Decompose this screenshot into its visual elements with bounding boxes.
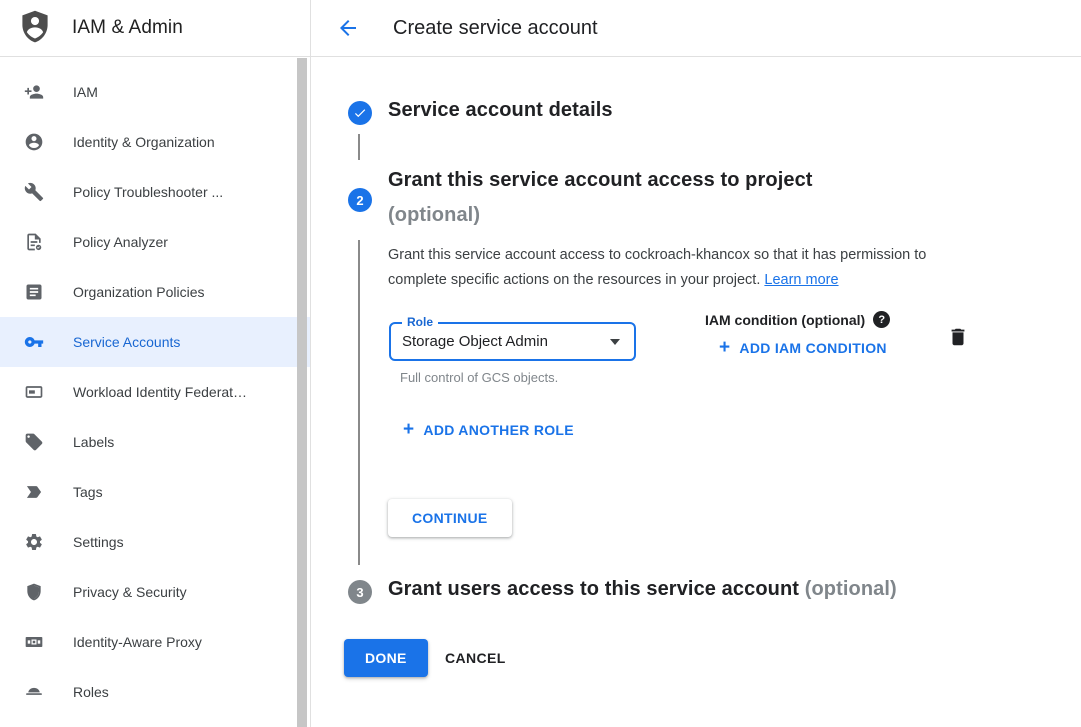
main-header: Create service account: [311, 0, 1081, 57]
step3-optional-label: (optional): [805, 578, 897, 600]
sidebar-item-label: Identity & Organization: [73, 134, 215, 150]
sidebar-item-label: IAM: [73, 84, 98, 100]
role-helper-text: Full control of GCS objects.: [400, 370, 558, 385]
role-dropdown[interactable]: Role Storage Object Admin: [389, 322, 636, 361]
iam-condition-label-text: IAM condition (optional): [705, 312, 865, 328]
sidebar-item-iam[interactable]: IAM: [0, 67, 310, 117]
sidebar-item-label: Roles: [73, 684, 109, 700]
iam-condition-label: IAM condition (optional) ?: [705, 311, 890, 328]
sidebar-item-label: Policy Analyzer: [73, 234, 168, 250]
sidebar-item-policy-analyzer[interactable]: Policy Analyzer: [0, 217, 310, 267]
add-another-role-button[interactable]: + ADD ANOTHER ROLE: [403, 422, 574, 438]
proxy-icon: [24, 632, 44, 652]
sidebar-item-label: Policy Troubleshooter ...: [73, 184, 223, 200]
step3-title: Grant users access to this service accou…: [388, 578, 897, 601]
plus-icon: +: [719, 341, 730, 355]
sidebar-item-label: Tags: [73, 484, 103, 500]
add-another-role-label: ADD ANOTHER ROLE: [423, 422, 574, 438]
sidebar-item-identity-organization[interactable]: Identity & Organization: [0, 117, 310, 167]
tag-icon: [24, 432, 44, 452]
sidebar-item-privacy-security[interactable]: Privacy & Security: [0, 567, 310, 617]
sidebar-item-label: Labels: [73, 434, 114, 450]
sidebar-item-label: Privacy & Security: [73, 584, 187, 600]
page-title: Create service account: [393, 17, 598, 40]
sidebar-item-identity-aware-proxy[interactable]: Identity-Aware Proxy: [0, 617, 310, 667]
sidebar-scrollbar[interactable]: [297, 58, 307, 727]
sidebar-item-label: Service Accounts: [73, 334, 180, 350]
step2-number-badge: 2: [348, 188, 372, 212]
step2-optional-label: (optional): [388, 204, 480, 227]
step3-number-badge: 3: [348, 580, 372, 604]
help-icon[interactable]: ?: [873, 311, 890, 328]
step3-title-text: Grant users access to this service accou…: [388, 578, 799, 600]
sidebar-item-settings[interactable]: Settings: [0, 517, 310, 567]
sidebar-item-label: Organization Policies: [73, 284, 205, 300]
sidebar-item-label: Identity-Aware Proxy: [73, 634, 202, 650]
document-check-icon: [24, 232, 44, 252]
sidebar-nav: IAM Identity & Organization Policy Troub…: [0, 57, 310, 717]
step3-optional-text: (optional): [805, 578, 897, 600]
article-icon: [24, 282, 44, 302]
step-connector: [358, 240, 360, 565]
sidebar: IAM & Admin IAM Identity & Organization …: [0, 0, 311, 727]
step2-description-text: Grant this service account access to coc…: [388, 247, 926, 288]
step-connector: [358, 134, 360, 160]
label-important-icon: [24, 482, 44, 502]
sidebar-item-service-accounts[interactable]: Service Accounts: [0, 317, 310, 367]
sidebar-item-roles[interactable]: Roles: [0, 667, 310, 717]
back-button[interactable]: [336, 16, 360, 40]
person-add-icon: [24, 82, 44, 102]
sidebar-item-tags[interactable]: Tags: [0, 467, 310, 517]
app-title: IAM & Admin: [72, 17, 183, 39]
cancel-button[interactable]: CANCEL: [433, 639, 518, 677]
main-panel: Create service account Service account d…: [311, 0, 1081, 727]
trash-icon: [947, 326, 969, 348]
shield-half-icon: [24, 582, 44, 602]
hat-icon: [24, 682, 44, 702]
step2-description: Grant this service account access to coc…: [388, 243, 980, 293]
role-field-label: Role: [402, 315, 438, 329]
continue-button[interactable]: CONTINUE: [388, 499, 512, 537]
sidebar-item-label: Settings: [73, 534, 124, 550]
step2-title: Grant this service account access to pro…: [388, 169, 813, 192]
done-button[interactable]: DONE: [344, 639, 428, 677]
add-iam-condition-button[interactable]: + ADD IAM CONDITION: [719, 340, 887, 356]
step1-completed-icon: [348, 101, 372, 125]
sidebar-item-policy-troubleshooter[interactable]: Policy Troubleshooter ...: [0, 167, 310, 217]
wrench-icon: [24, 182, 44, 202]
sidebar-item-organization-policies[interactable]: Organization Policies: [0, 267, 310, 317]
add-iam-condition-label: ADD IAM CONDITION: [739, 340, 886, 356]
key-icon: [24, 332, 44, 352]
learn-more-link[interactable]: Learn more: [764, 272, 838, 288]
chevron-down-icon: [610, 339, 620, 345]
role-field-value: Storage Object Admin: [402, 333, 548, 350]
create-service-account-page: IAM & Admin IAM Identity & Organization …: [0, 0, 1081, 727]
card-icon: [24, 382, 44, 402]
step3-number: 3: [356, 585, 363, 600]
arrow-back-icon: [336, 16, 360, 40]
step2-number: 2: [356, 193, 363, 208]
sidebar-header: IAM & Admin: [0, 0, 310, 57]
plus-icon: +: [403, 423, 414, 437]
sidebar-item-workload-identity-federation[interactable]: Workload Identity Federat…: [0, 367, 310, 417]
step1-title: Service account details: [388, 99, 613, 122]
account-circle-icon: [24, 132, 44, 152]
iam-admin-shield-icon: [17, 8, 53, 49]
delete-role-button[interactable]: [947, 326, 969, 353]
sidebar-item-labels[interactable]: Labels: [0, 417, 310, 467]
main-content: Service account details 2 Grant this ser…: [311, 57, 1081, 727]
sidebar-item-label: Workload Identity Federat…: [73, 384, 247, 400]
gear-icon: [24, 532, 44, 552]
